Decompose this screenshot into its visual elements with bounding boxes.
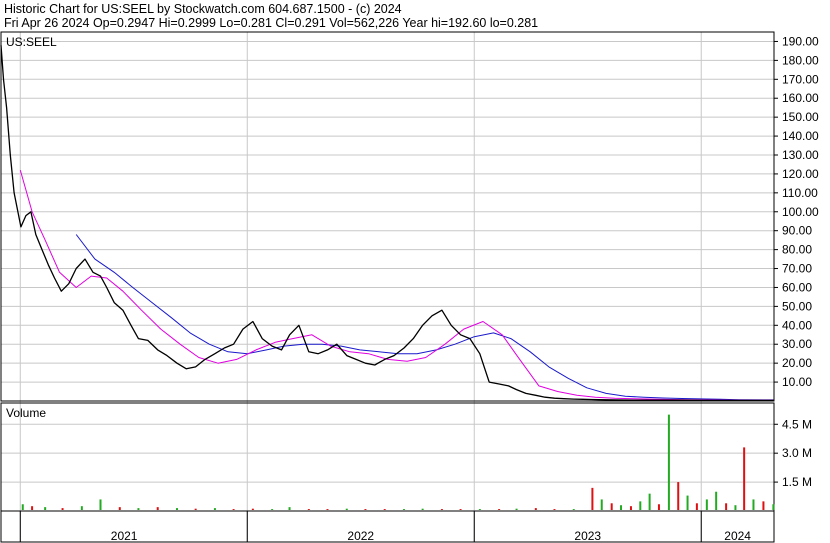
chart-background <box>0 0 830 543</box>
price-tick-label: 160.00 <box>782 91 819 105</box>
volume-bar <box>194 508 197 510</box>
volume-bar <box>288 507 291 510</box>
volume-bar <box>695 503 698 510</box>
price-tick-label: 140.00 <box>782 129 819 143</box>
volume-bar <box>515 508 518 510</box>
volume-bar <box>251 508 254 510</box>
volume-bar <box>648 493 651 510</box>
price-tick-label: 110.00 <box>782 186 818 200</box>
price-tick-label: 90.00 <box>782 224 812 238</box>
volume-bar <box>440 509 443 510</box>
volume-bar <box>620 505 623 510</box>
volume-bar <box>725 503 728 510</box>
volume-tick-label: 4.5 M <box>782 417 812 431</box>
volume-bar <box>118 507 121 510</box>
volume-bar <box>715 491 718 510</box>
volume-bar <box>600 499 603 510</box>
volume-bar <box>705 499 708 510</box>
volume-bar <box>213 508 216 510</box>
volume-bar <box>31 506 34 510</box>
volume-bar <box>421 508 424 510</box>
chart-canvas: Historic Chart for US:SEEL by Stockwatch… <box>0 0 830 543</box>
volume-bar <box>610 503 613 510</box>
stock-chart: Historic Chart for US:SEEL by Stockwatch… <box>0 0 830 543</box>
volume-bar <box>572 509 575 510</box>
year-label: 2021 <box>111 529 138 543</box>
volume-bar <box>478 509 481 510</box>
price-tick-label: 80.00 <box>782 243 812 257</box>
volume-bar <box>553 509 556 510</box>
price-tick-label: 30.00 <box>782 337 812 351</box>
price-tick-label: 190.00 <box>782 34 819 48</box>
chart-header-line1: Historic Chart for US:SEEL by Stockwatch… <box>4 2 402 16</box>
volume-bar <box>383 509 386 510</box>
volume-panel-title: Volume <box>6 406 46 420</box>
price-tick-label: 150.00 <box>782 110 819 124</box>
volume-bar <box>752 499 755 510</box>
volume-bar <box>657 504 660 510</box>
volume-bar <box>772 504 775 510</box>
volume-bar <box>271 509 274 510</box>
price-tick-label: 120.00 <box>782 167 819 181</box>
volume-bar <box>629 506 632 510</box>
price-panel-title: US:SEEL <box>6 35 57 49</box>
volume-bar <box>156 507 159 510</box>
volume-bar <box>61 508 64 510</box>
price-tick-label: 50.00 <box>782 299 812 313</box>
price-tick-label: 40.00 <box>782 318 812 332</box>
volume-bar <box>734 505 737 510</box>
price-tick-label: 10.00 <box>782 375 812 389</box>
year-label: 2024 <box>724 529 751 543</box>
volume-bar <box>686 495 689 510</box>
price-tick-label: 100.00 <box>782 205 819 219</box>
volume-bar <box>534 508 537 510</box>
volume-bar <box>80 506 83 510</box>
volume-bar <box>326 509 329 510</box>
volume-bar <box>99 499 102 510</box>
volume-bar <box>743 447 746 510</box>
volume-bar <box>175 508 178 510</box>
volume-bar <box>498 509 501 510</box>
volume-bar <box>345 508 348 510</box>
volume-tick-label: 3.0 M <box>782 446 812 460</box>
price-tick-label: 170.00 <box>782 72 819 86</box>
chart-header-line2: Fri Apr 26 2024 Op=0.2947 Hi=0.2999 Lo=0… <box>4 16 538 30</box>
volume-bar <box>364 509 367 510</box>
volume-bar <box>762 501 765 510</box>
price-tick-label: 130.00 <box>782 148 819 162</box>
year-label: 2022 <box>347 529 374 543</box>
price-tick-label: 180.00 <box>782 53 819 67</box>
volume-bar <box>137 508 140 510</box>
volume-bar <box>591 487 594 510</box>
volume-bar <box>21 504 24 510</box>
volume-bar <box>307 509 310 510</box>
price-tick-label: 70.00 <box>782 262 812 276</box>
volume-bar <box>402 509 405 510</box>
volume-bar <box>459 509 462 510</box>
volume-bar <box>232 509 235 510</box>
year-label: 2023 <box>574 529 601 543</box>
volume-bar <box>667 414 670 510</box>
price-tick-label: 60.00 <box>782 280 812 294</box>
volume-tick-label: 1.5 M <box>782 475 812 489</box>
volume-bar <box>44 507 47 510</box>
price-tick-label: 20.00 <box>782 356 812 370</box>
volume-bar <box>639 501 642 510</box>
volume-bar <box>677 482 680 510</box>
